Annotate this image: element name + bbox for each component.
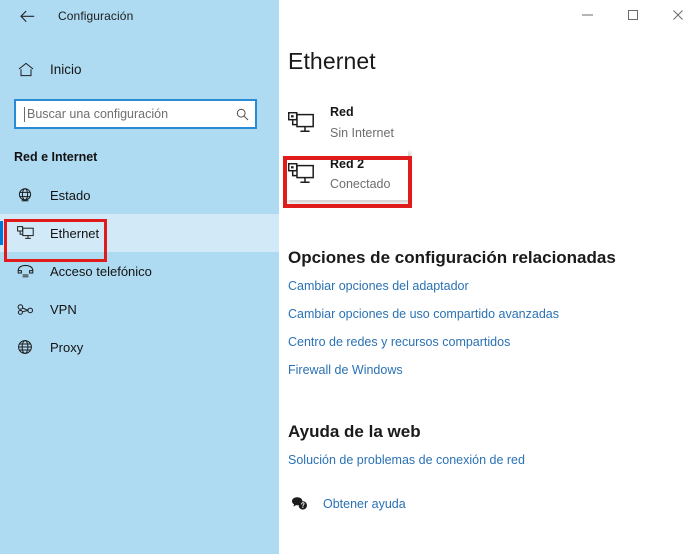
app-title: Configuración xyxy=(58,9,134,23)
sidebar-item-estado-label: Estado xyxy=(50,187,91,203)
get-help-row[interactable]: Obtener ayuda xyxy=(288,496,406,511)
network-status: Conectado xyxy=(330,177,391,192)
network-item-red-2[interactable]: Red 2 Conectado xyxy=(285,148,408,201)
search-input[interactable] xyxy=(25,107,236,121)
network-list: Red Sin Internet Red 2 Conectado xyxy=(279,97,700,201)
sidebar-item-vpn-label: VPN xyxy=(50,301,77,317)
network-pc-icon xyxy=(288,111,322,134)
network-item-text: Red 2 Conectado xyxy=(330,154,390,196)
sidebar-titlebar: Configuración xyxy=(0,0,279,32)
network-item-text: Red Sin Internet xyxy=(330,102,394,144)
sidebar: Configuración Inicio Red e Internet xyxy=(0,0,279,554)
vpn-key-icon xyxy=(14,303,36,316)
link-cambiar-opciones-adaptador[interactable]: Cambiar opciones del adaptador xyxy=(288,272,469,300)
sidebar-nav-list: Estado Ethernet Acceso telefónico VPN Pr… xyxy=(0,176,279,366)
sidebar-item-home[interactable]: Inicio xyxy=(0,54,279,84)
ethernet-icon xyxy=(14,226,36,240)
web-help-links: Solución de problemas de conexión de red xyxy=(279,446,700,474)
chat-question-icon xyxy=(288,496,310,511)
link-centro-redes-recursos[interactable]: Centro de redes y recursos compartidos xyxy=(288,328,510,356)
web-help-heading: Ayuda de la web xyxy=(288,422,421,442)
settings-window: Configuración Inicio Red e Internet xyxy=(0,0,700,554)
sidebar-item-ethernet[interactable]: Ethernet xyxy=(0,214,279,252)
sidebar-item-proxy[interactable]: Proxy xyxy=(0,328,279,366)
page-title: Ethernet xyxy=(288,48,376,74)
search-icon[interactable] xyxy=(236,108,249,121)
dialup-phone-icon xyxy=(14,264,36,278)
network-pc-icon xyxy=(288,163,322,185)
sidebar-item-proxy-label: Proxy xyxy=(50,339,84,355)
sidebar-item-home-label: Inicio xyxy=(50,61,82,77)
related-settings-section: Opciones de configuración relacionadas C… xyxy=(279,248,700,384)
home-icon xyxy=(14,62,38,77)
close-button[interactable] xyxy=(655,0,700,30)
minimize-button[interactable] xyxy=(565,0,610,30)
back-arrow-icon[interactable] xyxy=(12,2,42,30)
sidebar-item-vpn[interactable]: VPN xyxy=(0,290,279,328)
sidebar-item-acceso-telefonico-label: Acceso telefónico xyxy=(50,263,152,279)
network-name: Red xyxy=(330,105,354,119)
globe-proxy-icon xyxy=(14,339,36,355)
content-inner: Ethernet Red Sin Internet Red 2 Conectad… xyxy=(279,48,700,511)
sidebar-item-acceso-telefonico[interactable]: Acceso telefónico xyxy=(0,252,279,290)
network-status: Sin Internet xyxy=(330,125,394,140)
network-name: Red 2 xyxy=(330,156,365,171)
sidebar-item-estado[interactable]: Estado xyxy=(0,176,279,214)
link-cambiar-opciones-uso-compartido[interactable]: Cambiar opciones de uso compartido avanz… xyxy=(288,300,559,328)
window-controls xyxy=(279,0,700,32)
network-item-red[interactable]: Red Sin Internet xyxy=(279,97,700,149)
link-solucion-problemas-conexion[interactable]: Solución de problemas de conexión de red xyxy=(288,446,525,474)
related-settings-links: Cambiar opciones del adaptador Cambiar o… xyxy=(279,272,700,384)
link-firewall-windows[interactable]: Firewall de Windows xyxy=(288,356,403,384)
maximize-button[interactable] xyxy=(610,0,655,30)
get-help-label: Obtener ayuda xyxy=(323,496,406,511)
sidebar-item-ethernet-label: Ethernet xyxy=(50,225,100,241)
selection-indicator xyxy=(0,221,3,245)
main-content: Ethernet Red Sin Internet Red 2 Conectad… xyxy=(279,0,700,554)
web-help-section: Ayuda de la web Solución de problemas de… xyxy=(279,422,700,511)
related-settings-heading: Opciones de configuración relacionadas xyxy=(288,248,616,268)
globe-status-icon xyxy=(14,187,36,203)
search-box[interactable] xyxy=(14,99,257,129)
sidebar-section-heading: Red e Internet xyxy=(14,150,98,164)
